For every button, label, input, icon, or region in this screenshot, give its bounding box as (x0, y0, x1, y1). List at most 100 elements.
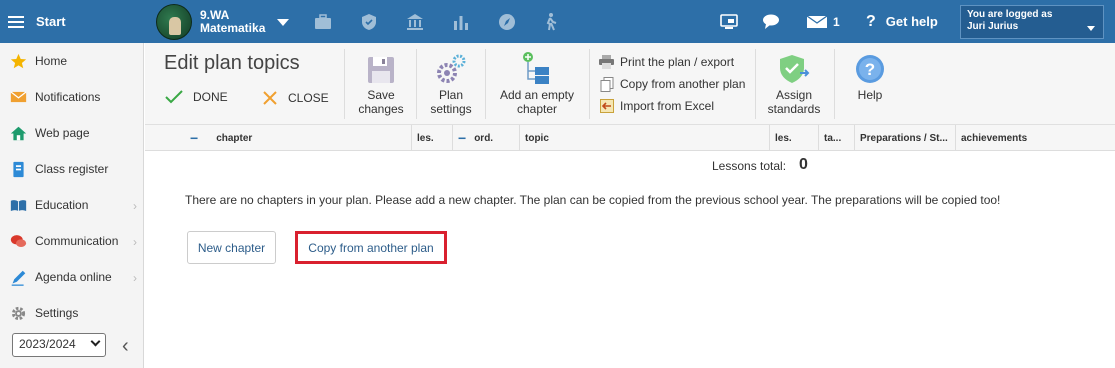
chevron-down-icon (90, 336, 101, 347)
copy-from-another-plan-button[interactable]: Copy from another plan (295, 231, 447, 264)
column-label: ta... (824, 132, 842, 144)
printer-icon (599, 55, 614, 70)
help-button[interactable]: ? Help (845, 51, 895, 102)
bar-chart-icon[interactable] (451, 12, 471, 32)
lessons-total-label: Lessons total: (712, 159, 787, 173)
logged-in-label: You are logged as (967, 9, 1053, 20)
sidebar-item-class-register[interactable]: Class register (0, 151, 143, 187)
help-icon: ? (856, 55, 884, 83)
hiking-icon[interactable] (542, 12, 562, 32)
envelope-icon (10, 89, 27, 106)
new-chapter-button[interactable]: New chapter (187, 231, 276, 264)
sidebar-item-notifications[interactable]: Notifications (0, 79, 143, 115)
column-label: topic (525, 132, 549, 144)
class-avatar (156, 4, 192, 40)
sidebar-item-label: Communication (35, 234, 119, 248)
column-order[interactable]: − ord. (452, 125, 519, 151)
house-icon (10, 125, 27, 142)
column-chapter-lessons[interactable]: les. (411, 125, 452, 151)
ribbon-divider (755, 49, 756, 119)
print-label: Print the plan / export (620, 55, 735, 69)
ribbon-toolbar: Edit plan topics DONE CLOSE Save changes… (145, 43, 1115, 125)
assign-line2: standards (767, 102, 821, 116)
chevron-right-icon: › (133, 199, 137, 213)
get-help-button[interactable]: ? Get help (866, 0, 938, 43)
copy-document-icon (599, 76, 614, 92)
cast-screen-button[interactable] (719, 0, 739, 43)
briefcase-icon[interactable] (313, 12, 333, 32)
checkmark-icon (165, 90, 183, 104)
book-icon (10, 197, 27, 214)
close-button[interactable]: CLOSE (262, 90, 329, 106)
import-excel-button[interactable]: Import from Excel (599, 95, 745, 117)
sidebar-item-label: Education (35, 198, 89, 212)
plan-settings-button[interactable]: Plan settings (426, 51, 476, 116)
gears-icon (437, 54, 466, 83)
caret-down-icon (277, 18, 290, 26)
close-icon (263, 91, 277, 105)
user-account-menu[interactable]: You are logged as Juri Jurius (960, 5, 1104, 39)
collapse-icon[interactable]: − (458, 130, 466, 146)
subject-name: Matematika (200, 21, 266, 35)
column-label: les. (417, 132, 434, 144)
hamburger-icon (8, 15, 24, 28)
shield-icon[interactable] (359, 12, 379, 32)
sidebar-item-label: Home (35, 54, 68, 68)
school-year-select[interactable]: 2023/2024 (12, 333, 106, 357)
column-label: Preparations / St... (860, 132, 948, 144)
school-year-value: 2023/2024 (19, 337, 76, 351)
chat-button[interactable] (762, 0, 782, 43)
column-topic-lessons[interactable]: les. (769, 125, 818, 151)
sidebar-item-label: Agenda online (35, 270, 112, 284)
sidebar-item-agenda-online[interactable]: Agenda online › (0, 259, 143, 295)
start-menu-button[interactable]: Start (8, 0, 66, 43)
assign-line1: Assign (775, 88, 813, 102)
chevron-right-icon: › (133, 235, 137, 249)
done-label: DONE (193, 90, 228, 104)
sidebar-item-web-page[interactable]: Web page (0, 115, 143, 151)
chevron-down-icon (1087, 26, 1095, 31)
compass-icon[interactable] (497, 12, 517, 32)
add-chapter-line2: chapter (516, 102, 558, 116)
column-label: chapter (216, 132, 253, 144)
sidebar: Home Notifications Web page Class regist… (0, 43, 144, 368)
plan-settings-line2: settings (430, 102, 472, 116)
sidebar-item-settings[interactable]: Settings (0, 295, 143, 331)
column-topic[interactable]: topic (519, 125, 769, 151)
floppy-disk-icon (368, 57, 394, 83)
sidebar-item-education[interactable]: Education › (0, 187, 143, 223)
ribbon-divider (416, 49, 417, 119)
add-empty-chapter-button[interactable]: Add an empty chapter (494, 51, 580, 116)
sidebar-item-label: Class register (35, 162, 109, 176)
empty-plan-message: There are no chapters in your plan. Plea… (185, 193, 1001, 207)
print-export-button[interactable]: Print the plan / export (599, 51, 745, 73)
assign-standards-button[interactable]: Assign standards (763, 51, 825, 116)
add-chapter-icon (523, 52, 549, 84)
column-achievements[interactable]: achievements (955, 125, 1115, 151)
sidebar-item-communication[interactable]: Communication › (0, 223, 143, 259)
star-icon (10, 53, 27, 70)
ribbon-divider (834, 49, 835, 119)
collapse-sidebar-icon[interactable]: ‹ (122, 335, 129, 358)
collapse-all-icon[interactable]: − (190, 130, 198, 146)
shield-check-icon (780, 55, 810, 83)
chat-icon (10, 233, 27, 250)
copy-another-plan-menu-button[interactable]: Copy from another plan (599, 73, 745, 95)
institution-icon[interactable] (405, 12, 425, 32)
column-chapter[interactable]: − chapter (145, 125, 411, 151)
save-changes-button[interactable]: Save changes (353, 51, 409, 116)
column-preparations[interactable]: Preparations / St... (854, 125, 955, 151)
save-label-line1: Save (367, 88, 395, 102)
register-icon (10, 161, 27, 178)
column-label: achievements (961, 132, 1028, 144)
done-button[interactable]: DONE (165, 90, 228, 104)
import-icon (599, 99, 614, 114)
add-chapter-line1: Add an empty (499, 88, 575, 102)
ribbon-divider (589, 49, 590, 119)
chat-bubbles-icon (763, 14, 779, 29)
column-label: les. (775, 132, 792, 144)
class-selector[interactable]: 9.WA Matematika (156, 4, 290, 40)
sidebar-item-home[interactable]: Home (0, 43, 143, 79)
column-tasks[interactable]: ta... (818, 125, 854, 151)
messages-button[interactable]: 1 (806, 0, 840, 43)
